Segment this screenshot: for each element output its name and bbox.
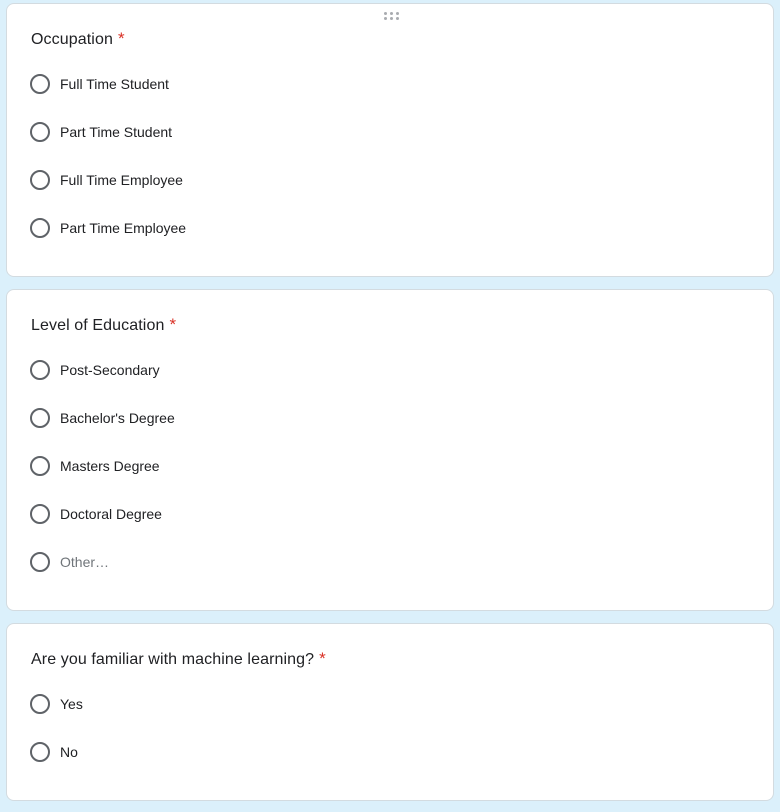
radio-option-post-secondary[interactable]: Post-Secondary — [30, 358, 160, 382]
required-asterisk: * — [319, 649, 326, 668]
question-card-education: Level of Education * Post-Secondary Bache… — [6, 289, 774, 611]
other-option-label[interactable]: Other… — [60, 552, 109, 572]
required-asterisk: * — [169, 315, 177, 334]
radio-unchecked-icon[interactable] — [30, 742, 50, 762]
question-card-occupation: Occupation * Full Time Student Part Time … — [6, 3, 774, 277]
radio-option-doctoral-degree[interactable]: Doctoral Degree — [30, 502, 162, 526]
radio-option-part-time-employee[interactable]: Part Time Employee — [30, 216, 186, 240]
required-asterisk: * — [117, 29, 125, 48]
radio-unchecked-icon[interactable] — [30, 552, 50, 572]
option-label[interactable]: Bachelor's Degree — [60, 408, 175, 428]
option-label[interactable]: Full Time Student — [60, 74, 169, 94]
radio-option-part-time-student[interactable]: Part Time Student — [30, 120, 172, 144]
option-label[interactable]: Full Time Employee — [60, 170, 183, 190]
radio-unchecked-icon[interactable] — [30, 218, 50, 238]
radio-unchecked-icon[interactable] — [30, 360, 50, 380]
option-label[interactable]: Part Time Student — [60, 122, 172, 142]
option-label[interactable]: Part Time Employee — [60, 218, 186, 238]
question-title: Are you familiar with machine learning? * — [31, 649, 326, 670]
radio-unchecked-icon[interactable] — [30, 408, 50, 428]
option-label[interactable]: No — [60, 742, 78, 762]
radio-option-full-time-student[interactable]: Full Time Student — [30, 72, 169, 96]
radio-unchecked-icon[interactable] — [30, 74, 50, 94]
option-label[interactable]: Yes — [60, 694, 83, 714]
option-label[interactable]: Masters Degree — [60, 456, 160, 476]
radio-unchecked-icon[interactable] — [30, 170, 50, 190]
option-label[interactable]: Post-Secondary — [60, 360, 160, 380]
question-title: Occupation * — [31, 29, 125, 50]
radio-option-no[interactable]: No — [30, 740, 78, 764]
radio-unchecked-icon[interactable] — [30, 694, 50, 714]
radio-unchecked-icon[interactable] — [30, 122, 50, 142]
question-title: Level of Education * — [31, 315, 176, 336]
question-title-text: Are you familiar with machine learning? — [31, 651, 315, 668]
radio-option-masters-degree[interactable]: Masters Degree — [30, 454, 160, 478]
radio-option-yes[interactable]: Yes — [30, 692, 83, 716]
question-title-text: Occupation — [31, 31, 113, 48]
question-card-machine-learning: Are you familiar with machine learning? *… — [6, 623, 774, 801]
drag-handle-icon[interactable] — [384, 12, 401, 22]
radio-option-bachelors-degree[interactable]: Bachelor's Degree — [30, 406, 175, 430]
radio-unchecked-icon[interactable] — [30, 456, 50, 476]
radio-unchecked-icon[interactable] — [30, 504, 50, 524]
question-title-text: Level of Education — [31, 317, 165, 334]
option-label[interactable]: Doctoral Degree — [60, 504, 162, 524]
radio-option-other[interactable]: Other… — [30, 550, 109, 574]
radio-option-full-time-employee[interactable]: Full Time Employee — [30, 168, 183, 192]
